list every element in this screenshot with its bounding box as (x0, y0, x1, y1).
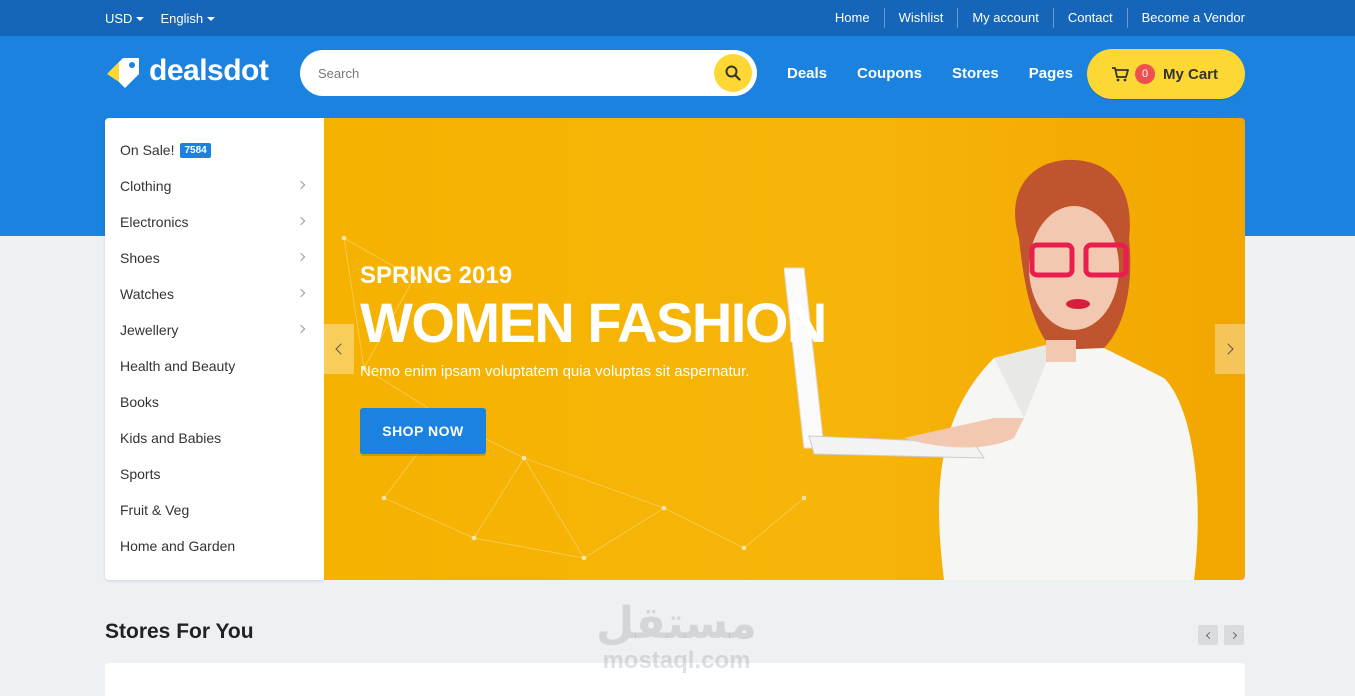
nav-stores[interactable]: Stores (952, 65, 999, 82)
category-label: Jewellery (120, 322, 179, 338)
nav-deals[interactable]: Deals (787, 65, 827, 82)
banner-subtitle: SPRING 2019 (360, 262, 513, 289)
chevron-right-icon (1222, 343, 1234, 355)
stores-prev-button[interactable] (1198, 625, 1218, 645)
category-label: Home and Garden (120, 538, 236, 554)
category-kids-babies[interactable]: Kids and Babies (105, 420, 324, 456)
search-box (300, 50, 757, 96)
category-label: Fruit & Veg (120, 502, 190, 518)
category-sports[interactable]: Sports (105, 456, 324, 492)
banner-description: Nemo enim ipsam voluptatem quia voluptas… (360, 363, 750, 380)
category-shoes[interactable]: Shoes (105, 240, 324, 276)
language-dropdown[interactable]: English (160, 10, 216, 26)
watermark-arabic: مستقل (596, 598, 757, 649)
search-button[interactable] (714, 54, 752, 92)
logo-text: dealsdot (149, 54, 269, 87)
category-label: Watches (120, 286, 174, 302)
category-books[interactable]: Books (105, 384, 324, 420)
top-link-become-vendor[interactable]: Become a Vendor (1126, 8, 1245, 28)
top-bar: USD English Home Wishlist My account Con… (0, 0, 1355, 36)
chevron-right-icon (296, 252, 306, 262)
category-label: Kids and Babies (120, 430, 222, 446)
stores-next-button[interactable] (1224, 625, 1244, 645)
cart-count-badge: 0 (1135, 64, 1155, 84)
top-link-wishlist[interactable]: Wishlist (883, 8, 958, 28)
category-label: On Sale! (120, 142, 175, 158)
caret-down-icon (136, 17, 145, 21)
slider-prev-button[interactable] (324, 324, 354, 374)
category-sidebar: On Sale! 7584 Clothing Electronics Shoes… (105, 118, 324, 580)
hero-banner: SPRING 2019 WOMEN FASHION Nemo enim ipsa… (324, 118, 1245, 580)
banner-title: WOMEN FASHION (360, 291, 827, 354)
stores-carousel-controls (1198, 625, 1244, 645)
main-nav: Deals Coupons Stores Pages (787, 50, 1073, 96)
sale-count-badge: 7584 (180, 142, 211, 158)
nav-pages[interactable]: Pages (1029, 65, 1073, 82)
chevron-left-icon (1205, 631, 1213, 639)
watermark-latin: mostaql.com (602, 647, 751, 674)
cart-label: My Cart (1163, 65, 1219, 83)
category-label: Electronics (120, 214, 189, 230)
category-label: Health and Beauty (120, 358, 236, 374)
slider-next-button[interactable] (1215, 324, 1245, 374)
tag-logo-icon (105, 54, 143, 88)
category-electronics[interactable]: Electronics (105, 204, 324, 240)
top-link-home[interactable]: Home (821, 8, 884, 28)
chevron-right-icon (296, 324, 306, 334)
cart-button[interactable]: 0 My Cart (1087, 49, 1245, 99)
category-jewellery[interactable]: Jewellery (105, 312, 324, 348)
search-input[interactable] (318, 50, 698, 96)
category-label: Sports (120, 466, 161, 482)
currency-label: USD (105, 10, 133, 26)
stores-section-title: Stores For You (105, 620, 254, 643)
top-bar-selectors: USD English (105, 0, 216, 36)
model-with-laptop-image (784, 159, 1198, 580)
chevron-right-icon (1229, 631, 1237, 639)
category-watches[interactable]: Watches (105, 276, 324, 312)
category-label: Books (120, 394, 159, 410)
logo[interactable]: dealsdot (105, 54, 269, 88)
category-health-beauty[interactable]: Health and Beauty (105, 348, 324, 384)
chevron-left-icon (335, 343, 347, 355)
nav-coupons[interactable]: Coupons (857, 65, 922, 82)
chevron-right-icon (296, 180, 306, 190)
top-link-contact[interactable]: Contact (1052, 8, 1127, 28)
chevron-right-icon (296, 216, 306, 226)
shop-now-button[interactable]: SHOP NOW (360, 408, 486, 454)
category-home-garden[interactable]: Home and Garden (105, 528, 324, 564)
caret-down-icon (207, 17, 216, 21)
category-label: Clothing (120, 178, 172, 194)
chevron-right-icon (296, 288, 306, 298)
category-label: Shoes (120, 250, 160, 266)
top-link-my-account[interactable]: My account (957, 8, 1052, 28)
cart-icon (1112, 67, 1129, 82)
currency-dropdown[interactable]: USD (105, 10, 145, 26)
watermark: مستقل mostaql.com (596, 600, 757, 674)
language-label: English (160, 10, 204, 26)
category-clothing[interactable]: Clothing (105, 168, 324, 204)
top-bar-links: Home Wishlist My account Contact Become … (821, 0, 1245, 36)
category-fruit-veg[interactable]: Fruit & Veg (105, 492, 324, 528)
category-on-sale[interactable]: On Sale! 7584 (105, 132, 324, 168)
search-icon (725, 65, 741, 81)
